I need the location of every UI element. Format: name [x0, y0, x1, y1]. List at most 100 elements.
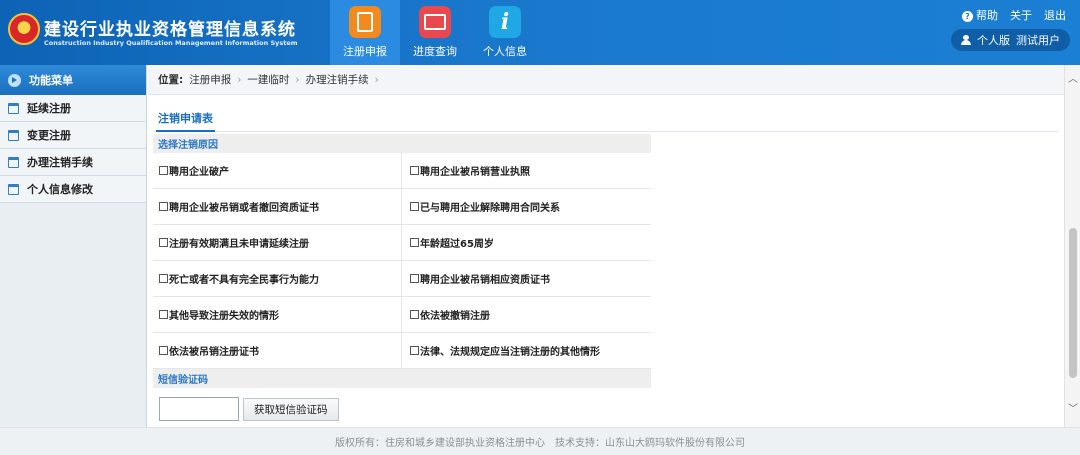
reason-row: 其他导致注册失效的情形 依法被撤销注册 [153, 297, 651, 333]
calendar-icon [8, 183, 19, 195]
reason-checkbox[interactable] [410, 310, 419, 319]
scrollbar[interactable]: ︿ ﹀ [1064, 65, 1080, 427]
reason-checkbox[interactable] [410, 166, 419, 175]
logout-link[interactable]: 退出 [1044, 7, 1066, 23]
reason-checkbox[interactable] [410, 346, 419, 355]
reason-option[interactable]: 注册有效期满且未申请延续注册 [153, 225, 402, 260]
menu-arrow-icon [8, 73, 21, 87]
reason-row: 死亡或者不具有完全民事行为能力 聘用企业被吊销相应资质证书 [153, 261, 651, 297]
reason-checkbox[interactable] [410, 274, 419, 283]
chevron-up-icon[interactable]: ︿ [1068, 75, 1078, 85]
reason-section-header: 选择注销原因 [153, 134, 651, 153]
user-badge[interactable]: 个人版 测试用户 [951, 29, 1070, 51]
reason-label: 法律、法规规定应当注销注册的其他情形 [420, 347, 600, 358]
progress-icon [419, 6, 451, 38]
reason-label: 聘用企业被吊销或者撤回资质证书 [169, 203, 319, 214]
cancellation-form: 选择注销原因 聘用企业破产 聘用企业被吊销营业执照聘用企业被吊销或者撤回资质证书 已… [153, 134, 651, 430]
chevron-right-icon: › [295, 73, 300, 86]
reason-option[interactable]: 死亡或者不具有完全民事行为能力 [153, 261, 402, 296]
sidebar-item-personal-info-edit[interactable]: 个人信息修改 [0, 176, 146, 203]
about-link[interactable]: 关于 [1010, 7, 1032, 23]
reason-label: 其他导致注册失效的情形 [169, 311, 279, 322]
nav-label: 进度查询 [413, 45, 457, 58]
get-sms-code-button[interactable]: 获取短信验证码 [243, 397, 339, 421]
calendar-icon [8, 129, 19, 141]
sms-code-input[interactable] [159, 397, 239, 421]
top-links: ? 帮助 关于 退出 [962, 7, 1066, 23]
sidebar-item-cancellation[interactable]: 办理注销手续 [0, 149, 146, 176]
reason-list: 聘用企业破产 聘用企业被吊销营业执照聘用企业被吊销或者撤回资质证书 已与聘用企业解除… [153, 153, 651, 369]
reason-label: 聘用企业被吊销相应资质证书 [420, 275, 550, 286]
reason-checkbox[interactable] [159, 274, 168, 283]
reason-label: 依法被撤销注册 [420, 311, 490, 322]
user-name: 测试用户 [1016, 34, 1060, 47]
help-link[interactable]: ? 帮助 [962, 7, 998, 23]
national-emblem-logo [8, 13, 40, 45]
chevron-right-icon: › [237, 73, 242, 86]
info-icon: i [489, 6, 521, 38]
top-header: 建设行业执业资格管理信息系统 Construction Industry Qua… [0, 0, 1080, 65]
reason-checkbox[interactable] [159, 202, 168, 211]
footer: 版权所有：住房和城乡建设部执业资格注册中心 技术支持：山东山大鸥玛软件股份有限公… [0, 427, 1080, 455]
breadcrumb-item[interactable]: 办理注销手续 [306, 72, 369, 87]
reason-option[interactable]: 依法被吊销注册证书 [153, 333, 402, 368]
reason-option[interactable]: 聘用企业被吊销或者撤回资质证书 [153, 189, 402, 224]
reason-checkbox[interactable] [410, 202, 419, 211]
reason-label: 聘用企业被吊销营业执照 [420, 167, 530, 178]
reason-option[interactable]: 聘用企业被吊销营业执照 [402, 153, 651, 188]
reason-checkbox[interactable] [410, 238, 419, 247]
reason-row: 依法被吊销注册证书 法律、法规规定应当注销注册的其他情形 [153, 333, 651, 369]
help-icon: ? [962, 11, 973, 22]
reason-label: 聘用企业破产 [169, 167, 229, 178]
sidebar-item-change[interactable]: 变更注册 [0, 122, 146, 149]
reason-label: 死亡或者不具有完全民事行为能力 [169, 275, 319, 286]
nav-label: 个人信息 [483, 45, 527, 58]
sidebar-header[interactable]: 功能菜单 [0, 65, 146, 95]
reason-option[interactable]: 年龄超过65周岁 [402, 225, 651, 260]
chevron-down-icon[interactable]: ﹀ [1068, 405, 1078, 415]
reason-option[interactable]: 已与聘用企业解除聘用合同关系 [402, 189, 651, 224]
nav-registration-report[interactable]: 注册申报 [330, 0, 400, 65]
tab-cancellation-form[interactable]: 注销申请表 [156, 109, 215, 132]
app-subtitle-en: Construction Industry Qualification Mana… [44, 39, 298, 47]
reason-checkbox[interactable] [159, 166, 168, 175]
top-nav: 注册申报 进度查询 i 个人信息 [330, 0, 540, 65]
sms-section-header: 短信验证码 [153, 369, 651, 388]
app-title: 建设行业执业资格管理信息系统 [44, 20, 296, 40]
user-icon [961, 35, 971, 45]
nav-label: 注册申报 [343, 45, 387, 58]
sms-row: 获取短信验证码 [153, 388, 651, 430]
tab-bar: 注销申请表 [154, 109, 1058, 132]
breadcrumb-item[interactable]: 一建临时 [247, 72, 289, 87]
sidebar-item-renewal[interactable]: 延续注册 [0, 95, 146, 122]
breadcrumb-prefix: 位置: [158, 74, 184, 86]
reason-label: 已与聘用企业解除聘用合同关系 [420, 203, 560, 214]
main-content: 位置: 注册申报 › 一建临时 › 办理注销手续 › 注销申请表 选择注销原因 … [148, 65, 1064, 427]
reason-checkbox[interactable] [159, 310, 168, 319]
chevron-right-icon: › [374, 73, 379, 86]
reason-row: 注册有效期满且未申请延续注册 年龄超过65周岁 [153, 225, 651, 261]
report-icon [349, 6, 381, 38]
reason-option[interactable]: 聘用企业破产 [153, 153, 402, 188]
breadcrumb-item[interactable]: 注册申报 [189, 72, 231, 87]
reason-checkbox[interactable] [159, 346, 168, 355]
nav-progress-query[interactable]: 进度查询 [400, 0, 470, 65]
reason-row: 聘用企业破产 聘用企业被吊销营业执照 [153, 153, 651, 189]
reason-option[interactable]: 法律、法规规定应当注销注册的其他情形 [402, 333, 651, 368]
reason-row: 聘用企业被吊销或者撤回资质证书 已与聘用企业解除聘用合同关系 [153, 189, 651, 225]
reason-option[interactable]: 依法被撤销注册 [402, 297, 651, 332]
reason-label: 注册有效期满且未申请延续注册 [169, 239, 309, 250]
reason-option[interactable]: 聘用企业被吊销相应资质证书 [402, 261, 651, 296]
reason-option[interactable]: 其他导致注册失效的情形 [153, 297, 402, 332]
calendar-icon [8, 102, 19, 114]
calendar-icon [8, 156, 19, 168]
support-text: 技术支持：山东山大鸥玛软件股份有限公司 [555, 438, 745, 449]
nav-personal-info[interactable]: i 个人信息 [470, 0, 540, 65]
breadcrumb: 位置: 注册申报 › 一建临时 › 办理注销手续 › [148, 65, 1064, 95]
reason-checkbox[interactable] [159, 238, 168, 247]
copyright-text: 版权所有：住房和城乡建设部执业资格注册中心 [335, 438, 545, 449]
scrollbar-thumb[interactable] [1069, 228, 1077, 378]
edition-label: 个人版 [977, 34, 1010, 47]
sidebar: 功能菜单 延续注册 变更注册 办理注销手续 个人信息修改 [0, 65, 147, 427]
reason-label: 年龄超过65周岁 [420, 239, 494, 250]
